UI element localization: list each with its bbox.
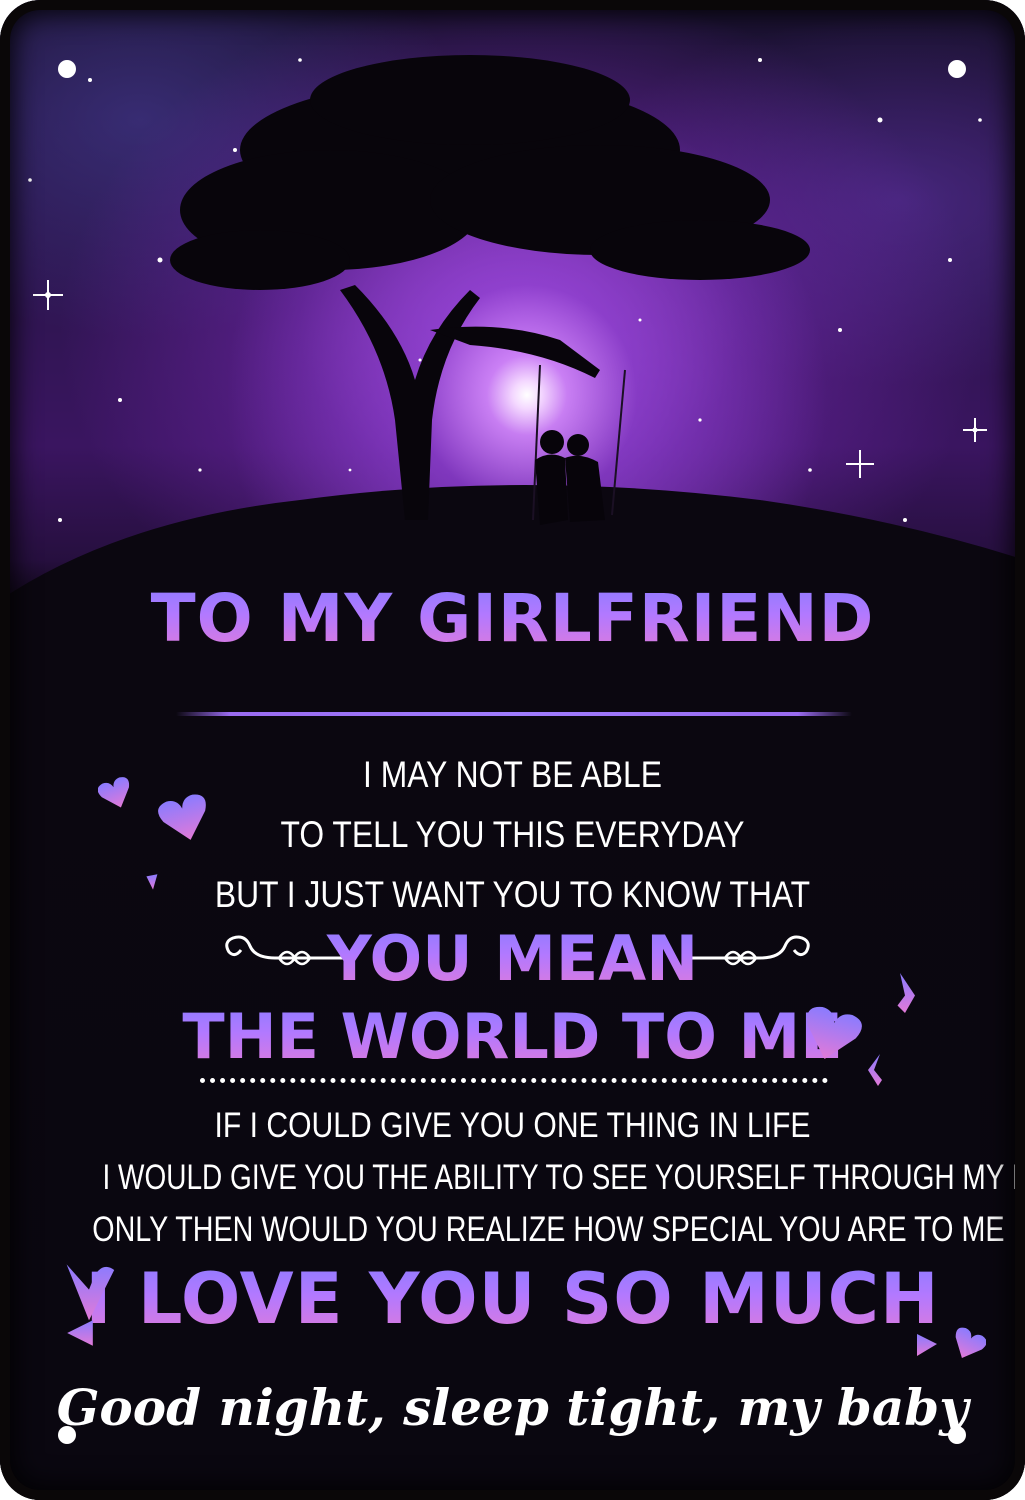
page-title: TO MY GIRLFRIEND [0,580,1025,657]
heart-icon [868,1054,882,1086]
dotted-divider [200,1078,828,1083]
intro-line-3: BUT I JUST WANT YOU TO KNOW THAT [214,874,811,915]
emphasis-line-1: YOU MEAN [0,922,1025,995]
paragraph-line-1: IF I COULD GIVE YOU ONE THING IN LIFE [214,1106,811,1145]
mounting-hole-top-right [948,60,966,78]
paragraph-line-2: I WOULD GIVE YOU THE ABILITY TO SEE YOUR… [102,1158,1025,1197]
heart-icon [158,794,206,840]
tree-trunk [340,285,480,520]
mounting-hole-bottom-left [58,1426,76,1444]
sparkle-stars [33,280,987,478]
couple-on-swing [535,430,605,525]
closing-line: Good night, sleep tight, my baby [56,1378,969,1437]
paragraph-line-3: ONLY THEN WOULD YOU REALIZE HOW SPECIAL … [92,1210,1005,1249]
mounting-hole-bottom-right [948,1426,966,1444]
intro-line-1: I MAY NOT BE ABLE [363,754,662,795]
tree-canopy [170,55,810,290]
heart-icon [917,1334,937,1356]
love-line: I LOVE YOU SO MUCH [0,1258,1025,1340]
heart-icon [146,874,158,890]
heart-icon [98,777,130,808]
metal-sign: TO MY GIRLFRIEND I MAY NOT BE ABLE TO TE… [0,0,1025,1500]
tree-branch [430,326,600,378]
mounting-hole-top-left [58,60,76,78]
heart-icon [67,1320,93,1346]
heart-icon [955,1327,986,1359]
heart-icon [807,1006,862,1059]
title-divider [176,712,852,716]
heart-icon [897,973,915,1013]
